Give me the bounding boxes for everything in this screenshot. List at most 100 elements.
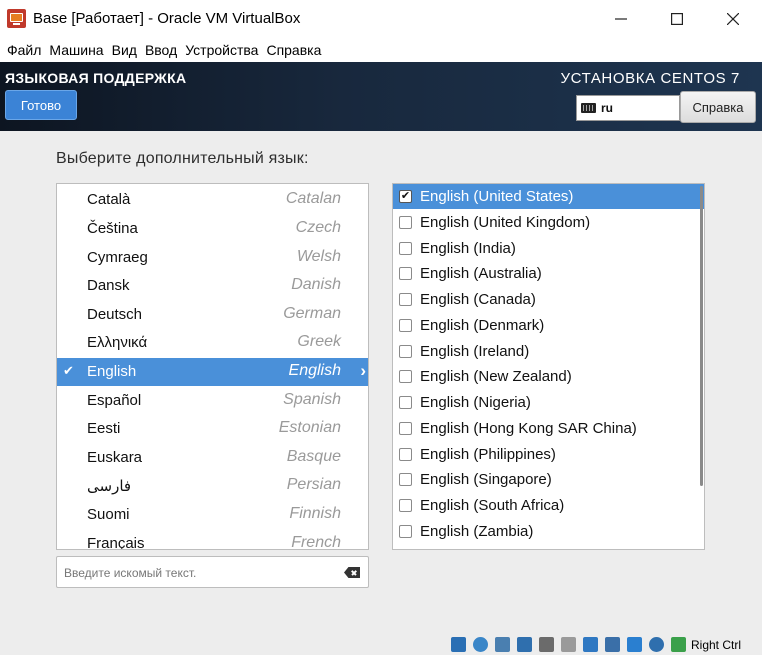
language-english-name: Greek	[297, 333, 341, 350]
language-english-name: Danish	[291, 276, 341, 293]
locale-label: English (United Kingdom)	[420, 214, 591, 231]
language-native-name: Français	[87, 535, 145, 550]
locale-row[interactable]: English (Denmark)	[393, 313, 704, 338]
language-row[interactable]: Català Catalan	[57, 186, 368, 214]
menu-machine[interactable]: Машина	[49, 42, 103, 58]
host-key-label: Right Ctrl	[691, 638, 742, 652]
language-row[interactable]: Euskara Basque	[57, 444, 368, 472]
locale-checkbox[interactable]	[399, 267, 412, 280]
language-search-input[interactable]: Введите искомый текст.	[56, 556, 369, 588]
locale-checkbox[interactable]	[399, 242, 412, 255]
locale-label: English (Canada)	[420, 291, 536, 308]
language-row[interactable]: Français French	[57, 530, 368, 550]
locale-checkbox[interactable]	[399, 422, 412, 435]
language-english-name: German	[283, 305, 341, 322]
locale-row[interactable]: English (Ireland)	[393, 339, 704, 364]
language-native-name: فارسی	[87, 478, 132, 495]
locale-row[interactable]: English (New Zealand)	[393, 364, 704, 389]
language-list[interactable]: Català Catalan Čeština Czech Cymraeg Wel…	[56, 183, 369, 550]
locale-row[interactable]: English (Hong Kong SAR China)	[393, 416, 704, 441]
mouse-integration-icon[interactable]	[649, 637, 664, 652]
locale-checkbox[interactable]	[399, 370, 412, 383]
spoke-title: ЯЗЫКОВАЯ ПОДДЕРЖКА	[5, 70, 187, 86]
language-row[interactable]: Ελληνικά Greek	[57, 329, 368, 357]
locale-checkbox[interactable]	[399, 319, 412, 332]
language-english-name: Finnish	[289, 505, 341, 522]
chevron-right-icon: ›	[360, 361, 366, 380]
menu-input[interactable]: Ввод	[145, 42, 177, 58]
locale-row[interactable]: English (Australia)	[393, 261, 704, 286]
language-row[interactable]: Suomi Finnish	[57, 501, 368, 529]
locale-checkbox[interactable]	[399, 448, 412, 461]
language-row-selected[interactable]: ✔ English English ›	[57, 358, 368, 386]
language-row[interactable]: Deutsch German	[57, 301, 368, 329]
locale-checkbox[interactable]	[399, 396, 412, 409]
language-english-name: French	[291, 534, 341, 550]
usb-icon[interactable]	[539, 637, 554, 652]
optical-drive-icon[interactable]	[473, 637, 488, 652]
locale-checkbox[interactable]	[399, 499, 412, 512]
locale-list-scrollbar[interactable]	[700, 186, 703, 486]
locale-row[interactable]: English (Zambia)	[393, 519, 704, 544]
main-content: Выберите дополнительный язык: Català Cat…	[0, 131, 762, 633]
menu-devices[interactable]: Устройства	[185, 42, 258, 58]
done-button[interactable]: Готово	[5, 90, 77, 120]
language-english-name: Welsh	[296, 248, 341, 265]
menu-bar: Файл Машина Вид Ввод Устройства Справка	[0, 38, 762, 62]
network-icon[interactable]	[517, 637, 532, 652]
display-icon[interactable]	[583, 637, 598, 652]
clear-text-icon[interactable]	[344, 567, 360, 578]
locale-label: English (India)	[420, 240, 516, 257]
keyboard-layout-indicator[interactable]: ru	[576, 95, 680, 121]
locale-checkbox[interactable]	[399, 293, 412, 306]
menu-view[interactable]: Вид	[112, 42, 137, 58]
locale-row[interactable]: English (Philippines)	[393, 442, 704, 467]
locale-checkbox[interactable]	[399, 345, 412, 358]
cpu-icon[interactable]	[627, 637, 642, 652]
locale-checkbox[interactable]	[399, 216, 412, 229]
minimize-button[interactable]	[598, 5, 644, 33]
maximize-button[interactable]	[654, 5, 700, 33]
audio-icon[interactable]	[495, 637, 510, 652]
locale-label: English (Ireland)	[420, 343, 530, 360]
language-row[interactable]: فارسی Persian	[57, 472, 368, 500]
locale-label: English (Singapore)	[420, 471, 552, 488]
menu-file[interactable]: Файл	[7, 42, 41, 58]
language-english-name: Persian	[286, 476, 341, 493]
menu-help[interactable]: Справка	[266, 42, 321, 58]
search-placeholder: Введите искомый текст.	[64, 566, 197, 580]
language-row[interactable]: Cymraeg Welsh	[57, 244, 368, 272]
locale-row[interactable]: English (United Kingdom)	[393, 210, 704, 235]
language-english-name: Basque	[286, 448, 341, 465]
keyboard-icon	[581, 103, 596, 113]
locale-row[interactable]: English (Canada)	[393, 287, 704, 312]
locale-row[interactable]: English (Nigeria)	[393, 390, 704, 415]
language-prompt: Выберите дополнительный язык:	[56, 150, 309, 167]
help-button[interactable]: Справка	[680, 91, 756, 123]
locale-list[interactable]: ✔ English (United States) English (Unite…	[392, 183, 705, 550]
language-row[interactable]: Dansk Danish	[57, 272, 368, 300]
arrow-download-icon[interactable]	[671, 637, 686, 652]
shared-folders-icon[interactable]	[561, 637, 576, 652]
language-row[interactable]: Español Spanish	[57, 387, 368, 415]
locale-row[interactable]: English (Singapore)	[393, 467, 704, 492]
close-icon	[727, 13, 739, 25]
locale-checkbox-checked[interactable]: ✔	[399, 190, 412, 203]
locale-checkbox[interactable]	[399, 473, 412, 486]
language-english-name: Estonian	[278, 419, 341, 436]
locale-label: English (United States)	[420, 188, 574, 205]
language-native-name: Dansk	[87, 277, 130, 294]
locale-row[interactable]: English (India)	[393, 236, 704, 261]
recording-icon[interactable]	[605, 637, 620, 652]
keyboard-layout-label: ru	[601, 101, 613, 115]
locale-row[interactable]: English (South Africa)	[393, 493, 704, 518]
language-row[interactable]: Eesti Estonian	[57, 415, 368, 443]
language-row[interactable]: Čeština Czech	[57, 215, 368, 243]
language-native-name: Català	[87, 191, 131, 208]
locale-row-selected[interactable]: ✔ English (United States)	[393, 184, 704, 209]
close-button[interactable]	[710, 5, 756, 33]
language-native-name: English	[87, 363, 137, 380]
locale-checkbox[interactable]	[399, 525, 412, 538]
hard-disk-icon[interactable]	[451, 637, 466, 652]
language-english-name: Catalan	[285, 190, 341, 207]
